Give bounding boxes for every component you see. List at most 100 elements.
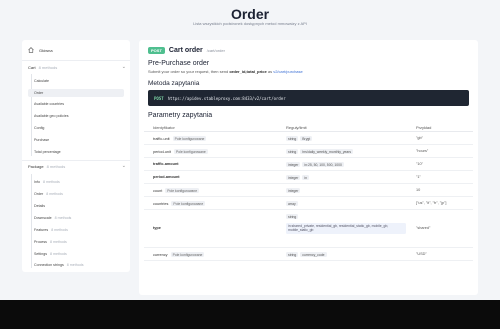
sidebar-item-downscale[interactable]: Downscale 8 methods <box>28 214 124 222</box>
param-name: traffic-amount <box>153 162 179 166</box>
sidebar-item-settings[interactable]: Settings 8 methods <box>28 250 124 258</box>
column-header: Reguły/limit <box>286 124 307 130</box>
chevron-down-icon: ⌄ <box>121 64 126 70</box>
rule-chip: in <box>302 175 310 180</box>
param-name: count <box>153 188 163 193</box>
sidebar-item-info[interactable]: Info 8 methods <box>28 178 124 186</box>
purchase-link[interactable]: v2/cart/purchase <box>273 69 303 74</box>
param-example: 10 <box>416 188 421 192</box>
param-name-cell: period-amount <box>153 175 180 179</box>
home-icon <box>28 47 34 53</box>
param-rules-cell: string <box>286 214 300 219</box>
sidebar-item-label: Details <box>34 204 45 208</box>
endpoint-description: Submit your order so your request, then … <box>148 69 303 74</box>
rule-chip: in:25, 50, 100, 500, 1000 <box>302 162 344 167</box>
param-example: "1" <box>416 175 421 179</box>
page-title: Order <box>230 6 270 22</box>
param-tag: Pole konfigurowane <box>173 149 208 154</box>
method-badge: POST <box>148 47 165 54</box>
sidebar-item-label: Available geo policies <box>34 114 69 118</box>
param-name: period-unit <box>153 149 171 154</box>
endpoint-header: POST Cart order /cart/order <box>148 46 225 55</box>
sidebar-item-label: Order <box>34 192 44 196</box>
sidebar-item-hint: 8 methods <box>51 228 68 232</box>
rule-chip: integer <box>286 188 301 193</box>
chevron-down-icon: ⌄ <box>121 163 126 169</box>
request-code-block[interactable]: POST https://apidev.stableproxy.com:8433… <box>148 90 469 106</box>
rule-chip: hrs/daily_weekly_monthly_years <box>300 149 354 154</box>
param-name: traffic-unit <box>153 136 170 141</box>
table-row: count Pole konfigurowane integer 10 <box>144 184 473 197</box>
sidebar-item-order[interactable]: Order <box>28 89 124 97</box>
rule-chip: Brygt <box>300 136 313 141</box>
rule-chip: integer <box>286 162 301 167</box>
code-method: POST <box>154 95 164 101</box>
param-tag: Pole konfigurowane <box>172 136 207 141</box>
page-header: Order Lista wszystkich podstronek dostęp… <box>0 0 500 40</box>
sidebar: Główna Cart 8 methods ⌄ Calculate Order … <box>22 40 130 272</box>
sidebar-item-connection-strings[interactable]: Connection strings 8 methods <box>28 261 124 269</box>
sidebar-item-total-percentage[interactable]: Total percentage <box>28 148 124 156</box>
section-heading: Pre-Purchase order <box>148 60 210 67</box>
sidebar-item-package-order[interactable]: Order 8 methods <box>28 190 124 198</box>
sidebar-group-package[interactable]: Package 8 methods ⌄ <box>28 162 126 171</box>
sidebar-item-available-geo-policies[interactable]: Available geo policies <box>28 112 124 120</box>
endpoint-title: Cart order <box>168 47 203 54</box>
description-fields: order_id,total_price <box>229 69 267 74</box>
param-name-cell: traffic-unit Pole konfigurowane <box>153 136 207 141</box>
param-name-cell: currency Pole konfigurowane <box>153 252 205 257</box>
code-url: https://apidev.stableproxy.com:8433/v2/c… <box>167 95 286 101</box>
rule-chip: string <box>286 252 299 257</box>
sidebar-item-calculate[interactable]: Calculate <box>28 77 124 85</box>
table-row: period-unit Pole konfigurowane string hrs/… <box>144 145 473 158</box>
sidebar-item-features[interactable]: Features 8 methods <box>28 226 124 234</box>
table-row: type string in:shared_private, residenti… <box>144 210 473 248</box>
param-tag: Pole konfigurowane <box>171 201 206 206</box>
table-row: traffic-unit Pole konfigurowane string Bry… <box>144 132 473 145</box>
param-rules-cell: string currency_code <box>286 252 329 257</box>
rule-chip: string <box>286 136 299 141</box>
section-heading: Parametry zapytania <box>148 112 213 119</box>
sidebar-item-config[interactable]: Config <box>28 124 124 132</box>
divider <box>22 60 130 61</box>
param-example: ["us", "it", "fr", "jp"] <box>416 201 447 205</box>
param-example: "shared" <box>416 226 431 230</box>
param-name: period-amount <box>153 175 180 179</box>
sidebar-item-label: Available countries <box>34 102 65 106</box>
sidebar-item-available-countries[interactable]: Available countries <box>28 100 124 108</box>
param-name-cell: period-unit Pole konfigurowane <box>153 149 208 154</box>
sidebar-item-home[interactable]: Główna <box>28 45 53 55</box>
sidebar-item-label: Process <box>34 240 47 244</box>
sidebar-group-cart[interactable]: Cart 8 methods ⌄ <box>28 63 126 72</box>
sidebar-item-label: Connection strings <box>34 263 64 267</box>
param-rules-cell: integer in:25, 50, 100, 500, 1000 <box>286 162 346 167</box>
sidebar-item-label: Calculate <box>34 79 49 83</box>
description-text: Submit your order so your request, then … <box>148 69 230 74</box>
param-tag: Pole konfigurowane <box>165 188 200 193</box>
main-content: POST Cart order /cart/order Pre-Purchase… <box>139 40 478 295</box>
rule-chip: integer <box>286 175 301 180</box>
sidebar-item-hint: 8 methods <box>50 252 67 256</box>
sidebar-group-label: Package <box>28 164 44 169</box>
enum-values: in:shared_private, residential_gb, resid… <box>286 223 406 234</box>
param-name: currency <box>153 252 168 257</box>
sidebar-item-process[interactable]: Process 8 methods <box>28 238 124 246</box>
rule-chip: currency_code <box>300 252 327 257</box>
sidebar-group-hint: 8 methods <box>38 65 58 70</box>
sidebar-item-details[interactable]: Details <box>28 202 124 210</box>
table-row: countries Pole konfigurowane array ["us",… <box>144 197 473 210</box>
sidebar-item-purchase[interactable]: Purchase <box>28 136 124 144</box>
divider <box>22 160 130 161</box>
sidebar-item-hint: 8 methods <box>54 216 72 220</box>
param-rules-cell: array <box>286 201 300 206</box>
param-example: "hours" <box>416 149 429 153</box>
sidebar-item-hint: 8 methods <box>46 192 63 196</box>
sidebar-item-label: Główna <box>39 47 53 53</box>
sidebar-item-hint: 8 methods <box>66 263 84 267</box>
sidebar-item-label: Settings <box>34 252 47 256</box>
param-rules-cell: integer in <box>286 175 311 180</box>
sidebar-item-label: Total percentage <box>34 150 61 154</box>
endpoint-path: /cart/order <box>206 48 225 53</box>
sidebar-item-label: Order <box>34 91 44 95</box>
sidebar-item-label: Config <box>34 126 45 130</box>
